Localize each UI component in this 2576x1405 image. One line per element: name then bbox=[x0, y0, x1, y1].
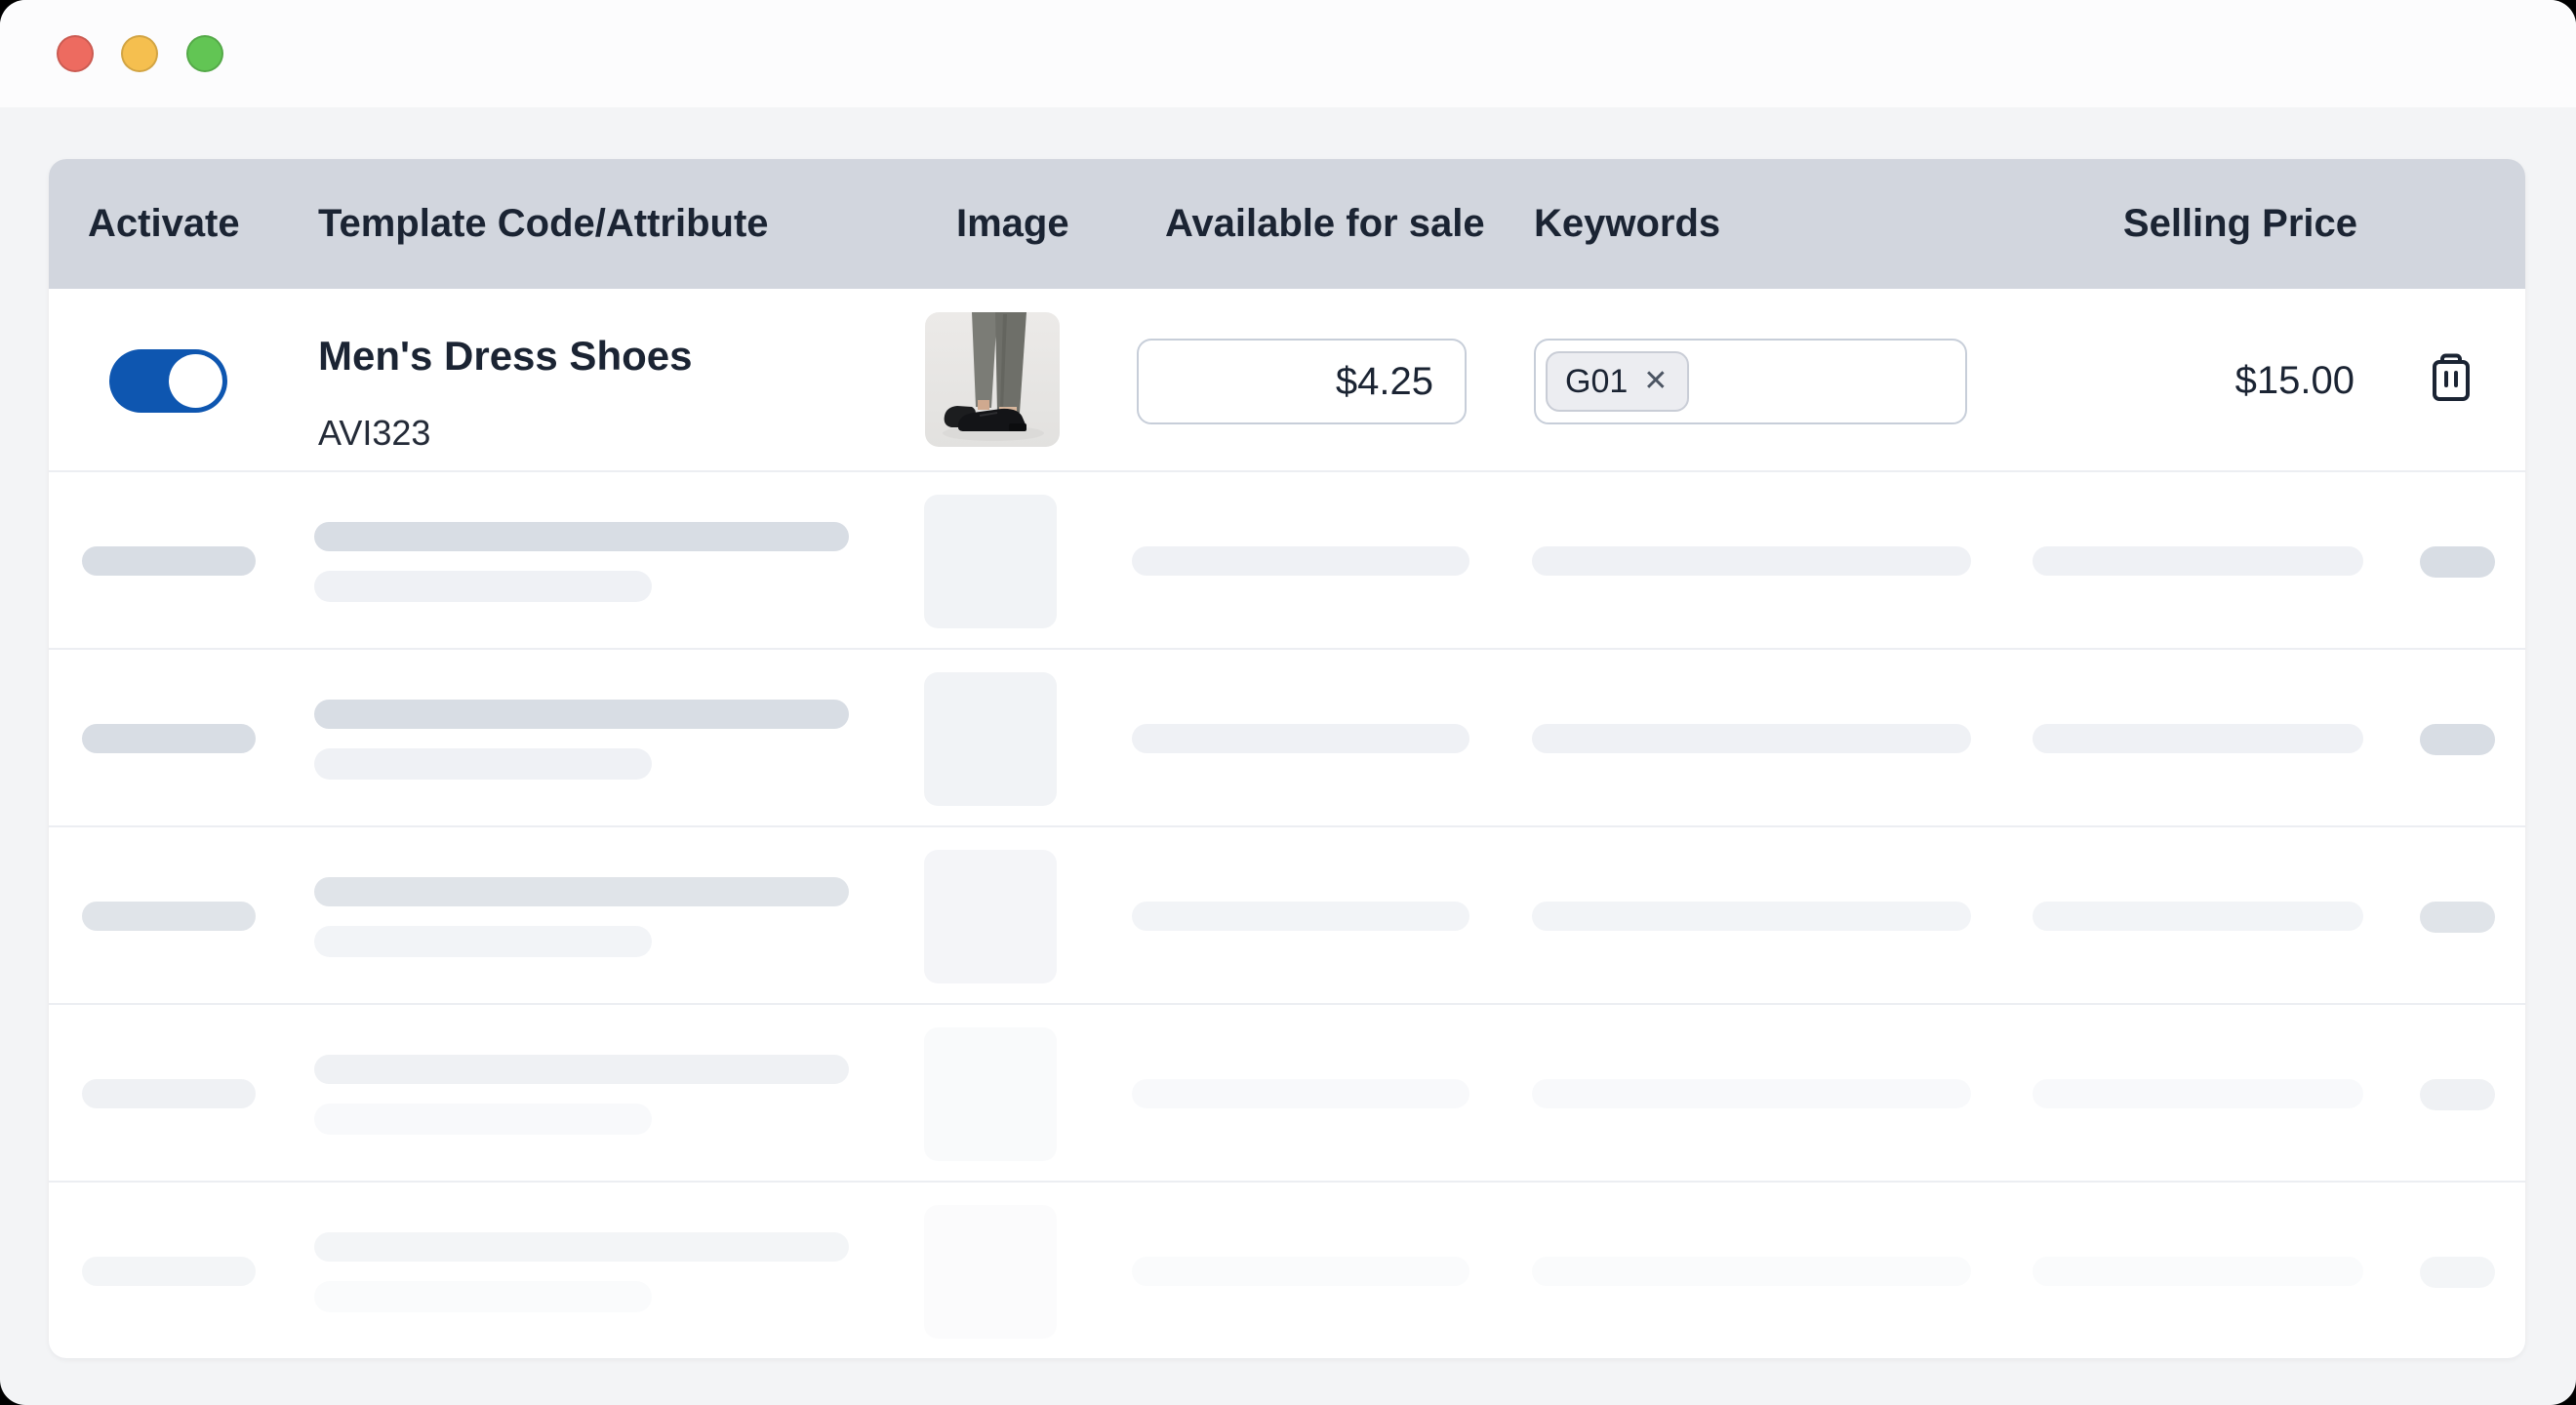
skeleton-toggle bbox=[82, 546, 256, 576]
skeleton-available-bar bbox=[1132, 1257, 1469, 1286]
skeleton-available-bar bbox=[1132, 1079, 1469, 1108]
skeleton-row bbox=[49, 825, 2525, 1003]
column-header-keywords: Keywords bbox=[1534, 159, 1720, 289]
skeleton-subtitle-bar bbox=[314, 1104, 652, 1135]
skeleton-title-bar bbox=[314, 1055, 849, 1084]
skeleton-trash bbox=[2420, 902, 2495, 933]
skeleton-title-bar bbox=[314, 522, 849, 551]
minimize-button[interactable] bbox=[121, 35, 158, 72]
skeleton-toggle bbox=[82, 724, 256, 753]
skeleton-image bbox=[924, 1205, 1057, 1339]
skeleton-title-bar bbox=[314, 700, 849, 729]
trash-icon bbox=[2429, 353, 2474, 402]
window-titlebar bbox=[0, 0, 2576, 107]
skeleton-trash bbox=[2420, 724, 2495, 755]
column-header-template: Template Code/Attribute bbox=[318, 159, 769, 289]
app-window: Activate Template Code/Attribute Image A… bbox=[0, 0, 2576, 1405]
product-row: Men's Dress Shoes AVI323 bbox=[49, 289, 2525, 470]
keywords-input[interactable]: G01 ✕ bbox=[1534, 339, 1967, 424]
keyword-tag-label: G01 bbox=[1565, 363, 1628, 401]
column-header-available: Available for sale bbox=[1165, 159, 1485, 289]
dress-shoes-photo bbox=[925, 312, 1060, 447]
skeleton-selling-bar bbox=[2033, 546, 2363, 576]
skeleton-selling-bar bbox=[2033, 902, 2363, 931]
selling-price: $15.00 bbox=[2235, 361, 2355, 400]
skeleton-image bbox=[924, 672, 1057, 806]
skeleton-selling-bar bbox=[2033, 1257, 2363, 1286]
skeleton-image bbox=[924, 1027, 1057, 1161]
close-button[interactable] bbox=[57, 35, 94, 72]
skeleton-selling-bar bbox=[2033, 1079, 2363, 1108]
skeleton-title-bar bbox=[314, 877, 849, 906]
skeleton-subtitle-bar bbox=[314, 571, 652, 602]
skeleton-subtitle-bar bbox=[314, 926, 652, 957]
skeleton-image bbox=[924, 495, 1057, 628]
skeleton-keywords-bar bbox=[1532, 724, 1971, 753]
zoom-button[interactable] bbox=[186, 35, 223, 72]
skeleton-available-bar bbox=[1132, 546, 1469, 576]
product-name: Men's Dress Shoes bbox=[318, 332, 692, 381]
available-for-sale-input[interactable] bbox=[1137, 339, 1467, 424]
skeleton-available-bar bbox=[1132, 902, 1469, 931]
skeleton-keywords-bar bbox=[1532, 1257, 1971, 1286]
product-table: Activate Template Code/Attribute Image A… bbox=[49, 159, 2525, 1358]
table-header-row: Activate Template Code/Attribute Image A… bbox=[49, 159, 2525, 289]
skeleton-subtitle-bar bbox=[314, 748, 652, 780]
skeleton-toggle bbox=[82, 902, 256, 931]
skeleton-row bbox=[49, 1003, 2525, 1181]
skeleton-rows-container bbox=[49, 470, 2525, 1358]
skeleton-row bbox=[49, 1181, 2525, 1358]
skeleton-keywords-bar bbox=[1532, 902, 1971, 931]
activate-toggle[interactable] bbox=[109, 349, 227, 413]
skeleton-toggle bbox=[82, 1079, 256, 1108]
skeleton-keywords-bar bbox=[1532, 546, 1971, 576]
column-header-image: Image bbox=[956, 159, 1069, 289]
keyword-tag: G01 ✕ bbox=[1546, 351, 1689, 412]
column-header-activate: Activate bbox=[88, 159, 240, 289]
skeleton-row bbox=[49, 648, 2525, 825]
skeleton-trash bbox=[2420, 546, 2495, 578]
remove-tag-icon[interactable]: ✕ bbox=[1641, 365, 1670, 398]
skeleton-toggle bbox=[82, 1257, 256, 1286]
skeleton-row bbox=[49, 470, 2525, 648]
skeleton-trash bbox=[2420, 1257, 2495, 1288]
skeleton-available-bar bbox=[1132, 724, 1469, 753]
skeleton-image bbox=[924, 850, 1057, 984]
skeleton-subtitle-bar bbox=[314, 1281, 652, 1312]
column-header-selling: Selling Price bbox=[2123, 159, 2357, 289]
skeleton-keywords-bar bbox=[1532, 1079, 1971, 1108]
product-code: AVI323 bbox=[318, 412, 430, 455]
skeleton-selling-bar bbox=[2033, 724, 2363, 753]
toggle-knob bbox=[169, 354, 222, 408]
skeleton-title-bar bbox=[314, 1232, 849, 1262]
product-image bbox=[925, 312, 1060, 447]
skeleton-trash bbox=[2420, 1079, 2495, 1110]
delete-button[interactable] bbox=[2418, 342, 2484, 413]
